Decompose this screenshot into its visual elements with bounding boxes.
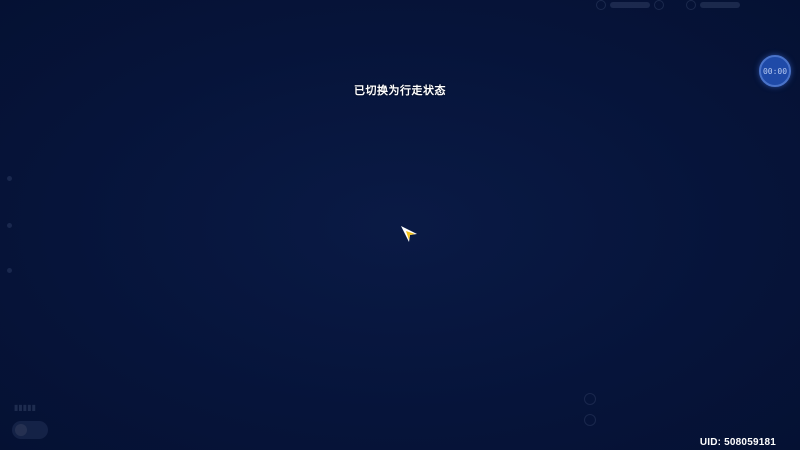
bottom-right-control-icon[interactable]	[584, 414, 596, 426]
bottom-right-control-icon[interactable]	[584, 393, 596, 405]
timer-label: 00:00	[762, 66, 788, 76]
screen-icon	[686, 0, 696, 10]
hud-bar	[700, 2, 740, 8]
hud-bar	[610, 2, 650, 8]
status-toast: 已切换为行走状态	[354, 84, 446, 97]
left-hud-tick	[7, 176, 12, 181]
refresh-icon	[654, 0, 664, 10]
toggle-knob	[15, 424, 27, 436]
bottom-left-label: ▮▮▮▮▮	[14, 403, 37, 412]
phone-icon	[596, 0, 606, 10]
top-right-hud	[596, 0, 740, 10]
bottom-left-toggle[interactable]	[12, 421, 48, 439]
left-hud-tick	[7, 223, 12, 228]
uid-label: UID: 508059181	[699, 437, 776, 448]
hud-chip-left	[596, 0, 664, 10]
game-viewport: 00:00 已切换为行走状态 ▮▮▮▮▮ UID: 508059181	[0, 0, 800, 450]
player-arrow-icon	[401, 226, 417, 242]
left-hud-tick	[7, 268, 12, 273]
hud-chip-right	[686, 0, 740, 10]
